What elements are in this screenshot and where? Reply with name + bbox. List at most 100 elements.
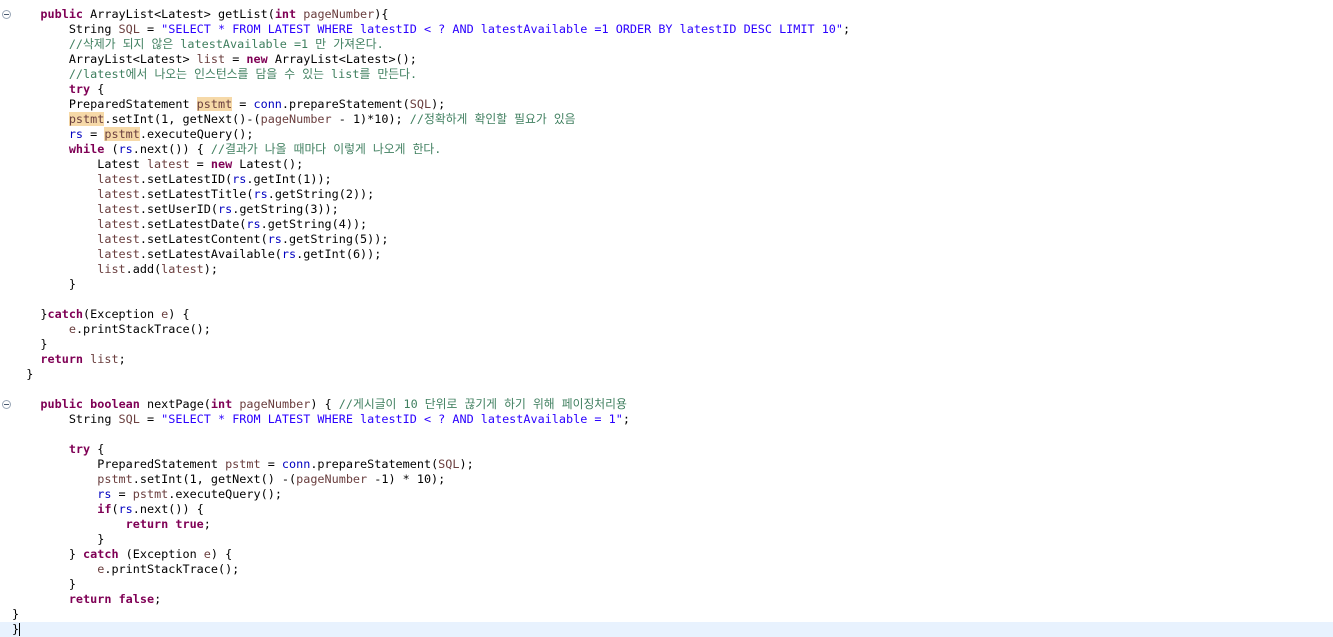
code-token: pstmt	[225, 457, 261, 471]
code-token: latest	[161, 262, 204, 276]
code-line[interactable]: latest.setLatestAvailable(rs.getInt(6));	[0, 247, 1333, 262]
code-token: .next()) {	[132, 502, 204, 516]
code-token: .getString(3));	[232, 202, 339, 216]
code-line[interactable]: public boolean nextPage(int pageNumber) …	[0, 397, 1333, 412]
code-token: ;	[118, 352, 126, 366]
code-line[interactable]: rs = pstmt.executeQuery();	[0, 127, 1333, 142]
code-token: rs	[118, 502, 133, 516]
code-token: .prepareStatement(	[281, 97, 410, 111]
code-line[interactable]: return true;	[0, 517, 1333, 532]
code-line[interactable]: String SQL = "SELECT * FROM LATEST WHERE…	[0, 412, 1333, 427]
code-token: .executeQuery();	[168, 487, 282, 501]
code-token: latest	[97, 202, 140, 216]
code-line[interactable]: //삭제가 되지 않은 latestAvailable =1 만 가져온다.	[0, 37, 1333, 52]
code-token: .getInt(1));	[246, 172, 332, 186]
code-token: pageNumber	[296, 472, 368, 486]
code-token: rs	[97, 487, 112, 501]
code-token: int	[274, 7, 297, 21]
code-line[interactable]	[0, 382, 1333, 397]
code-line[interactable]: try {	[0, 82, 1333, 97]
code-token: ;	[622, 412, 630, 426]
code-token: .prepareStatement(	[310, 457, 439, 471]
code-line[interactable]: public ArrayList<Latest> getList(int pag…	[0, 7, 1333, 22]
code-text: e.printStackTrace();	[12, 322, 211, 337]
code-token: int	[210, 397, 233, 411]
code-line[interactable]: latest.setLatestID(rs.getInt(1));	[0, 172, 1333, 187]
code-token: boolean	[90, 397, 140, 411]
code-text: String SQL = "SELECT * FROM LATEST WHERE…	[12, 412, 630, 427]
code-token: try	[68, 442, 91, 456]
code-line[interactable]: rs = pstmt.executeQuery();	[0, 487, 1333, 502]
code-token: .add(	[125, 262, 162, 276]
code-line[interactable]: }	[0, 367, 1333, 382]
code-line[interactable]: String SQL = "SELECT * FROM LATEST WHERE…	[0, 22, 1333, 37]
code-text: } catch (Exception e) {	[12, 547, 232, 562]
code-text: public ArrayList<Latest> getList(int pag…	[12, 7, 388, 22]
code-token: rs	[232, 172, 247, 186]
code-token: ArrayList<Latest> getList(	[83, 7, 275, 21]
code-line[interactable]: pstmt.setInt(1, getNext()-(pageNumber - …	[0, 112, 1333, 127]
code-text: public boolean nextPage(int pageNumber) …	[12, 397, 626, 412]
code-line[interactable]: if(rs.next()) {	[0, 502, 1333, 517]
code-line[interactable]: return false;	[0, 592, 1333, 607]
code-line[interactable]: return list;	[0, 352, 1333, 367]
code-text: }	[12, 277, 76, 292]
code-token: .setInt(1, getNext() -(	[132, 472, 297, 486]
code-token: ;	[843, 22, 851, 36]
current-code-line[interactable]: }	[0, 622, 1333, 637]
code-line[interactable]: latest.setLatestDate(rs.getString(4));	[0, 217, 1333, 232]
code-editor[interactable]: public ArrayList<Latest> getList(int pag…	[0, 0, 1333, 637]
code-text: latest.setLatestDate(rs.getString(4));	[12, 217, 367, 232]
code-line[interactable]: }	[0, 532, 1333, 547]
code-token: pstmt	[132, 487, 169, 501]
code-token: SQL	[118, 22, 140, 36]
code-line[interactable]: } catch (Exception e) {	[0, 547, 1333, 562]
code-token: latest	[97, 247, 140, 261]
code-line[interactable]: while (rs.next()) { //결과가 나올 때마다 이렇게 나오게…	[0, 142, 1333, 157]
code-token: list	[97, 262, 126, 276]
code-line[interactable]: PreparedStatement pstmt = conn.prepareSt…	[0, 457, 1333, 472]
code-line[interactable]: list.add(latest);	[0, 262, 1333, 277]
code-line[interactable]: //latest에서 나오는 인스턴스를 담을 수 있는 list를 만든다.	[0, 67, 1333, 82]
code-token: .setUserID(	[139, 202, 218, 216]
code-token: //latest에서 나오는 인스턴스를 담을 수 있는 list를 만든다.	[68, 67, 418, 81]
code-line[interactable]: }	[0, 337, 1333, 352]
code-token: rs	[118, 142, 133, 156]
code-text: if(rs.next()) {	[12, 502, 204, 517]
code-line[interactable]: }	[0, 607, 1333, 622]
code-token: (Exception	[118, 547, 204, 561]
code-line[interactable]: }	[0, 277, 1333, 292]
code-token: PreparedStatement	[12, 457, 226, 471]
code-line[interactable]: try {	[0, 442, 1333, 457]
code-token: latest	[97, 172, 140, 186]
code-line[interactable]	[0, 427, 1333, 442]
code-line[interactable]: e.printStackTrace();	[0, 562, 1333, 577]
code-text: return true;	[12, 517, 211, 532]
code-line[interactable]: latest.setLatestContent(rs.getString(5))…	[0, 232, 1333, 247]
fold-toggle-icon[interactable]	[2, 10, 11, 19]
code-line[interactable]: latest.setUserID(rs.getString(3));	[0, 202, 1333, 217]
code-token: ;	[154, 592, 162, 606]
code-token: conn	[253, 97, 282, 111]
code-line[interactable]: latest.setLatestTitle(rs.getString(2));	[0, 187, 1333, 202]
code-line[interactable]: }	[0, 577, 1333, 592]
code-line[interactable]: PreparedStatement pstmt = conn.prepareSt…	[0, 97, 1333, 112]
code-line[interactable]: }catch(Exception e) {	[0, 307, 1333, 322]
code-line[interactable]: pstmt.setInt(1, getNext() -(pageNumber -…	[0, 472, 1333, 487]
code-line[interactable]: Latest latest = new Latest();	[0, 157, 1333, 172]
code-line[interactable]: e.printStackTrace();	[0, 322, 1333, 337]
code-token: }	[12, 577, 76, 591]
code-line[interactable]: ArrayList<Latest> list = new ArrayList<L…	[0, 52, 1333, 67]
code-token: true	[175, 517, 204, 531]
code-line[interactable]	[0, 292, 1333, 307]
fold-toggle-icon[interactable]	[2, 400, 11, 409]
code-token: }	[12, 367, 34, 381]
code-token: -1) * 10);	[367, 472, 446, 486]
code-token: }	[12, 607, 20, 621]
code-text: }catch(Exception e) {	[12, 307, 189, 322]
code-token: pstmt	[97, 472, 133, 486]
